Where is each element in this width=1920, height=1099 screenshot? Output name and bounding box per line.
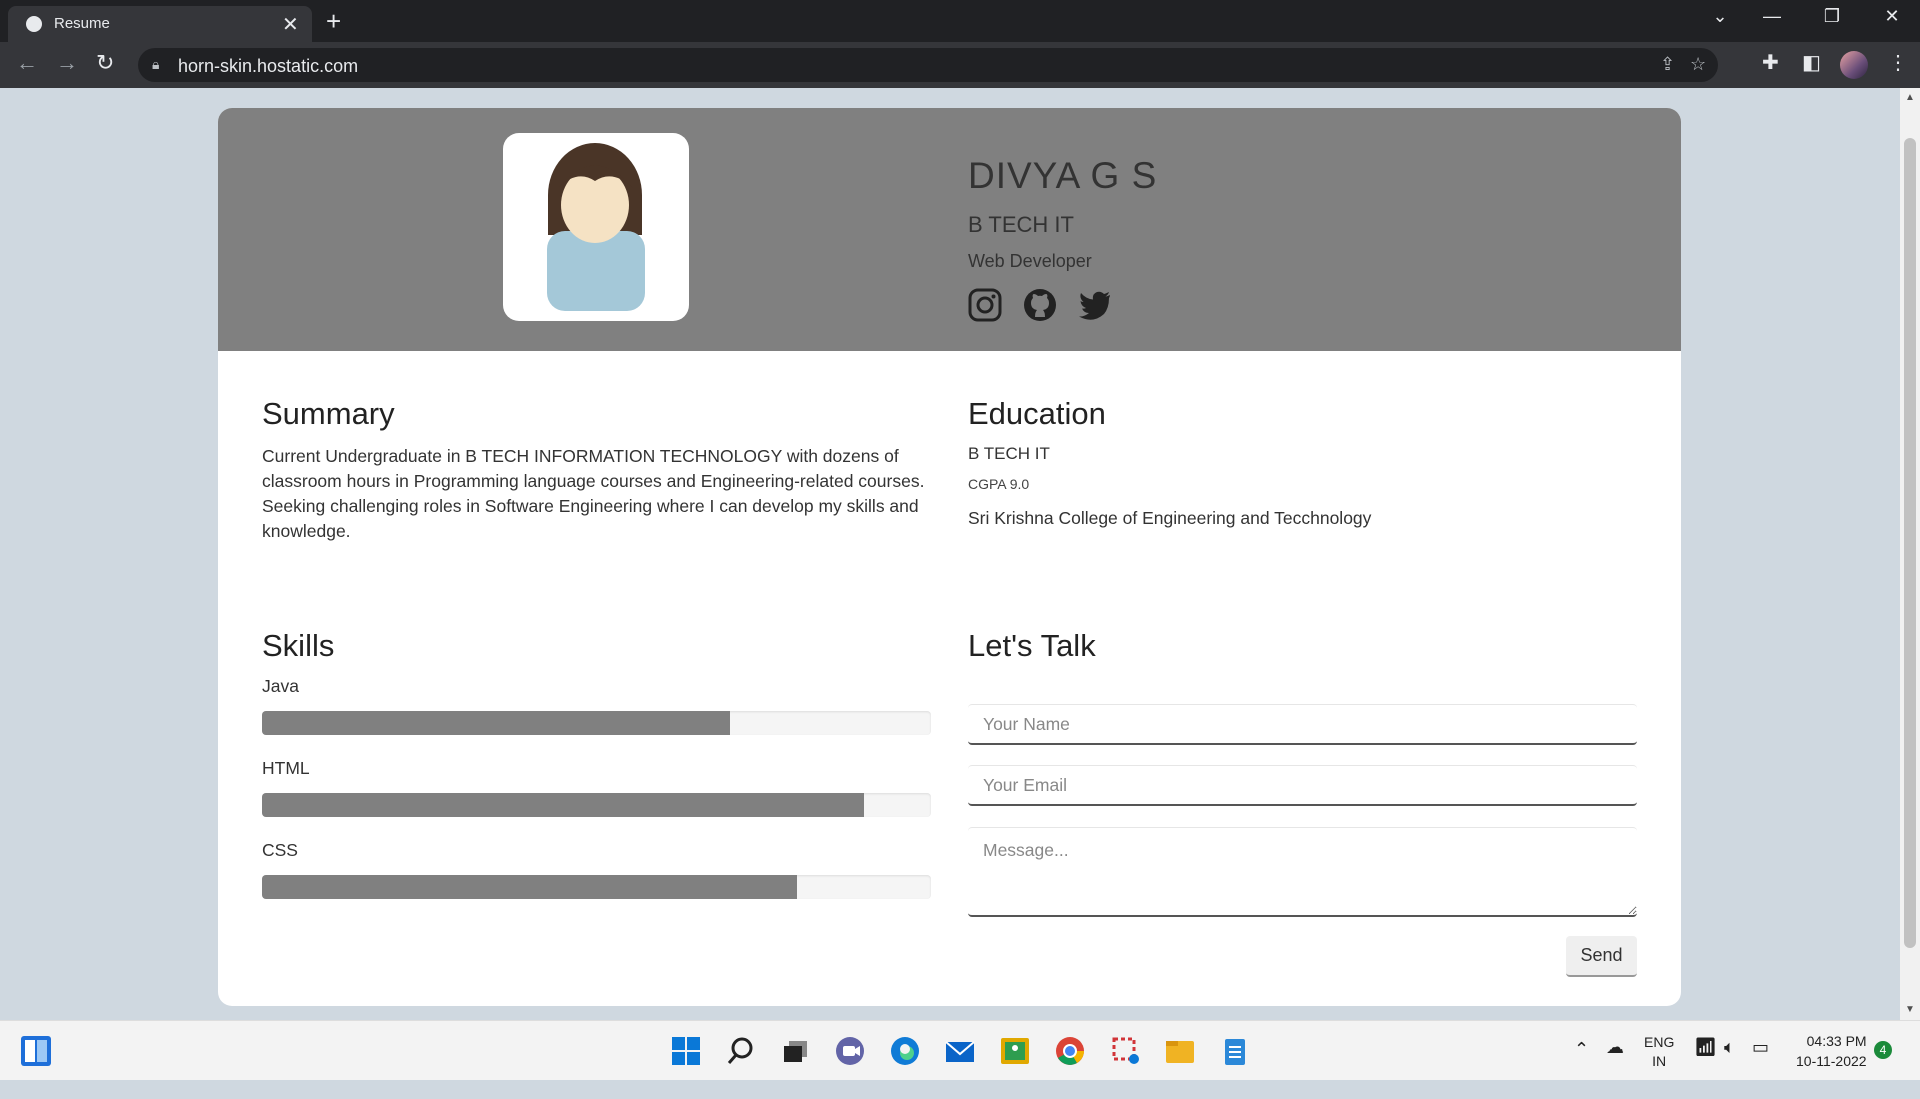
search-icon[interactable] <box>725 1035 757 1067</box>
extensions-icon[interactable]: ✚ <box>1762 50 1779 75</box>
skill-bar-css <box>262 875 931 899</box>
clock[interactable]: 04:33 PM 10-11-2022 <box>1796 1031 1867 1091</box>
file-explorer-icon[interactable] <box>1164 1035 1196 1067</box>
bookmark-star-icon[interactable]: ☆ <box>1690 54 1706 75</box>
back-icon[interactable]: ← <box>16 50 38 76</box>
scrollbar[interactable]: ▲ ▼ <box>1900 88 1920 1020</box>
notification-badge[interactable]: 4 <box>1874 1041 1892 1059</box>
region-code: IN <box>1652 1053 1667 1069</box>
profile-avatar[interactable] <box>1840 51 1868 79</box>
scrollbar-thumb[interactable] <box>1904 138 1916 948</box>
skill-fill-css <box>262 875 798 899</box>
education-degree: B TECH IT <box>968 444 1050 463</box>
github-icon[interactable] <box>1023 288 1057 322</box>
wifi-icon[interactable]: 📶︎ <box>1694 1037 1717 1097</box>
mail-icon[interactable] <box>944 1035 976 1067</box>
photos-icon[interactable] <box>999 1035 1031 1067</box>
email-input[interactable] <box>968 765 1637 806</box>
url-text: horn-skin.hostatic.com <box>178 56 359 76</box>
tab-resume[interactable]: Resume ✕ <box>8 6 312 42</box>
task-view-icon[interactable] <box>780 1035 812 1067</box>
minimize-button[interactable]: — <box>1752 6 1792 27</box>
scroll-up-icon[interactable]: ▲ <box>1905 92 1915 103</box>
instagram-icon[interactable] <box>968 288 1002 322</box>
chat-icon[interactable] <box>834 1035 866 1067</box>
clock-date: 10-11-2022 <box>1796 1053 1867 1069</box>
menu-icon[interactable]: ⋮ <box>1888 50 1908 75</box>
resume-card: DIVYA G S B TECH IT Web Developer Summar… <box>218 108 1681 1006</box>
chrome-icon[interactable] <box>1054 1035 1086 1067</box>
summary-text: Current Undergraduate in B TECH INFORMAT… <box>262 446 925 541</box>
close-window-button[interactable]: ✕ <box>1872 6 1912 27</box>
widgets-icon[interactable] <box>20 1035 52 1067</box>
skill-fill-java <box>262 711 731 735</box>
tab-strip: Resume ✕ + ⌄ — ❐ ✕ <box>0 0 1920 42</box>
browser-chrome: Resume ✕ + ⌄ — ❐ ✕ ← → ↻ 🔒︎ horn-skin.ho… <box>0 0 1920 88</box>
reload-icon[interactable]: ↻ <box>96 50 114 76</box>
scroll-down-icon[interactable]: ▼ <box>1905 1004 1915 1015</box>
show-hidden-icons[interactable]: ⌃ <box>1574 1039 1589 1099</box>
clock-time: 04:33 PM <box>1806 1033 1867 1049</box>
education-cgpa: CGPA 9.0 <box>968 476 1030 492</box>
profile-name: DIVYA G S <box>968 155 1158 196</box>
skill-bar-java <box>262 711 931 735</box>
skill-bar-html <box>262 793 931 817</box>
avatar <box>503 133 689 321</box>
lock-icon: 🔒︎ <box>152 56 160 72</box>
tab-title: Resume <box>54 15 110 32</box>
volume-icon[interactable]: 🔈︎ <box>1724 1037 1735 1097</box>
notepad-icon[interactable] <box>1219 1035 1251 1067</box>
skill-fill-html <box>262 793 865 817</box>
message-textarea[interactable] <box>968 827 1637 917</box>
name-input[interactable] <box>968 704 1637 745</box>
address-bar[interactable]: 🔒︎ horn-skin.hostatic.com ⇪ ☆ <box>138 48 1718 82</box>
close-tab-icon[interactable]: ✕ <box>282 12 299 37</box>
nav-bar: ← → ↻ 🔒︎ horn-skin.hostatic.com ⇪ ☆ ✚ ◧ … <box>0 42 1920 88</box>
tab-search-icon[interactable]: ⌄ <box>1700 6 1740 27</box>
contact-heading: Let's Talk <box>968 628 1096 663</box>
new-tab-button[interactable]: + <box>326 6 341 37</box>
battery-icon[interactable]: ▭ <box>1752 1037 1769 1097</box>
education-college: Sri Krishna College of Engineering and T… <box>968 508 1372 528</box>
language-indicator[interactable]: ENG IN <box>1644 1033 1674 1093</box>
language-code: ENG <box>1644 1034 1675 1050</box>
profile-header: DIVYA G S B TECH IT Web Developer <box>218 108 1681 351</box>
page-viewport: DIVYA G S B TECH IT Web Developer Summar… <box>0 88 1900 1020</box>
snipping-tool-icon[interactable] <box>1110 1035 1142 1067</box>
skill-label-html: HTML <box>262 758 310 778</box>
skill-label-css: CSS <box>262 840 298 860</box>
globe-icon <box>26 16 42 32</box>
twitter-icon[interactable] <box>1078 288 1112 322</box>
summary-heading: Summary <box>262 396 395 431</box>
profile-role: Web Developer <box>968 251 1092 271</box>
windows-start-icon[interactable] <box>670 1035 702 1067</box>
forward-icon[interactable]: → <box>56 50 78 76</box>
onedrive-icon[interactable]: ☁ <box>1606 1037 1624 1097</box>
send-button[interactable]: Send <box>1566 936 1637 977</box>
skills-heading: Skills <box>262 628 335 663</box>
restore-button[interactable]: ❐ <box>1812 6 1852 27</box>
education-heading: Education <box>968 396 1106 431</box>
skill-label-java: Java <box>262 676 299 696</box>
taskbar: ⌃ ☁ ENG IN 📶︎ 🔈︎ ▭ 04:33 PM 10-11-2022 4 <box>0 1020 1920 1080</box>
side-panel-icon[interactable]: ◧ <box>1802 50 1821 75</box>
profile-degree: B TECH IT <box>968 212 1074 237</box>
edge-icon[interactable] <box>889 1035 921 1067</box>
share-icon[interactable]: ⇪ <box>1660 54 1675 75</box>
